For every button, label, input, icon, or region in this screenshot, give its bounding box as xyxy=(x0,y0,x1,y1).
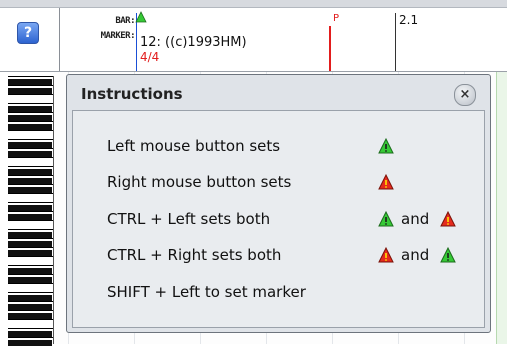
white-key-divider xyxy=(8,112,53,113)
marker-label: MARKER: xyxy=(100,31,136,41)
and-label: and xyxy=(401,246,430,264)
red-marker-icon xyxy=(440,211,456,227)
start-marker-icon[interactable] xyxy=(135,11,147,23)
black-key[interactable] xyxy=(8,340,52,346)
white-key-divider xyxy=(8,94,53,95)
white-key-divider xyxy=(8,337,53,338)
white-key-divider xyxy=(8,139,53,140)
instruction-row-text: CTRL + Right sets both xyxy=(107,246,282,264)
white-key-divider xyxy=(8,130,53,131)
instruction-row-text: CTRL + Left sets both xyxy=(107,210,271,228)
white-key-divider xyxy=(8,238,53,239)
white-key-divider xyxy=(8,319,53,320)
p-marker-label: P xyxy=(333,13,340,24)
green-marker-icon xyxy=(378,138,394,154)
white-key-divider xyxy=(8,148,53,149)
white-key-divider xyxy=(8,103,53,104)
white-key-divider xyxy=(8,328,53,329)
instruction-row-text: Right mouse button sets xyxy=(107,173,292,191)
window-top-border xyxy=(0,0,507,8)
help-button[interactable]: ? xyxy=(17,22,39,44)
bar-text: 12: ((c)1993HM) xyxy=(140,35,247,50)
white-key-divider xyxy=(8,85,53,86)
white-key-divider xyxy=(8,211,53,212)
green-marker-icon xyxy=(440,247,456,263)
white-key-divider xyxy=(8,265,53,266)
p-marker-line[interactable] xyxy=(329,26,331,71)
white-key-divider xyxy=(8,202,53,203)
white-key-divider xyxy=(8,175,53,176)
bar-number: 2.1 xyxy=(399,13,419,27)
red-marker-icon xyxy=(378,247,394,263)
white-key-divider xyxy=(8,283,53,284)
bar-line xyxy=(395,13,396,71)
white-key-divider xyxy=(8,301,53,302)
instruction-row-text: Left mouse button sets xyxy=(107,137,281,155)
white-key-divider xyxy=(8,184,53,185)
white-key-divider xyxy=(8,220,53,221)
instructions-dialog: Instructions × Left mouse button sets Ri… xyxy=(66,74,491,333)
white-key-divider xyxy=(8,121,53,122)
instructions-panel: Left mouse button sets Right mouse butto… xyxy=(72,110,485,328)
white-key-divider xyxy=(8,256,53,257)
green-marker-icon xyxy=(378,211,394,227)
piano-keyboard[interactable] xyxy=(8,76,54,346)
bar-label: BAR: xyxy=(115,16,135,26)
red-marker-icon xyxy=(378,174,394,190)
white-key-divider xyxy=(8,229,53,230)
white-key-divider xyxy=(8,157,53,158)
close-button[interactable]: × xyxy=(454,84,476,106)
grid-right-edge xyxy=(496,72,507,344)
time-signature: 4/4 xyxy=(140,50,160,64)
header-divider xyxy=(59,8,60,71)
white-key-divider xyxy=(8,310,53,311)
white-key-divider xyxy=(8,166,53,167)
white-key-divider xyxy=(8,193,53,194)
white-key-divider xyxy=(8,274,53,275)
white-key-divider xyxy=(8,247,53,248)
and-label: and xyxy=(401,210,430,228)
white-key-divider xyxy=(8,76,53,77)
white-key-divider xyxy=(8,292,53,293)
instruction-row-text: SHIFT + Left to set marker xyxy=(107,283,306,301)
dialog-title: Instructions xyxy=(81,85,183,103)
